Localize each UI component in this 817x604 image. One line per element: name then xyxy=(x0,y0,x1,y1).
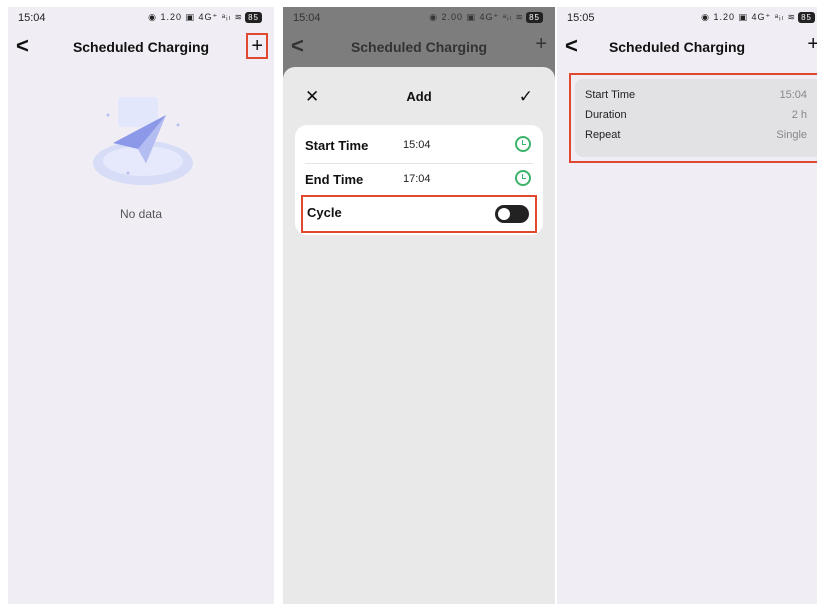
page-title: Scheduled Charging xyxy=(608,39,746,55)
nav-bar: < Scheduled Charging + xyxy=(8,33,274,61)
signal-icons: ◉ 1.20 ▣ 4G⁺ ᵃᵢₗ ≋ xyxy=(701,12,797,22)
screen-add-schedule: 15:04 ◉ 2.00 ▣ 4G⁺ ᵃᵢₗ ≋ 85 < Scheduled C… xyxy=(283,7,555,604)
sheet-header: ✕ Add ✓ xyxy=(283,87,555,111)
repeat-row: Repeat Single xyxy=(585,129,807,147)
add-button[interactable]: + xyxy=(807,33,817,55)
repeat-key: Repeat xyxy=(585,129,621,141)
empty-state-paper-plane-icon xyxy=(93,97,193,185)
page-title: Scheduled Charging xyxy=(350,39,488,55)
cycle-row: Cycle xyxy=(301,195,537,233)
clock-icon[interactable] xyxy=(515,136,531,152)
status-bar: 15:05 ◉ 1.20 ▣ 4G⁺ ᵃᵢₗ ≋ 85 xyxy=(557,7,817,29)
status-time: 15:04 xyxy=(18,12,46,24)
clock-icon[interactable] xyxy=(515,170,531,186)
start-time-value: 15:04 xyxy=(403,139,431,151)
schedule-form-card: Start Time 15:04 End Time 17:04 Cycle xyxy=(295,125,543,235)
status-icons: ◉ 1.20 ▣ 4G⁺ ᵃᵢₗ ≋ 85 xyxy=(701,12,815,23)
add-button[interactable]: + xyxy=(246,33,268,59)
status-icons: ◉ 2.00 ▣ 4G⁺ ᵃᵢₗ ≋ 85 xyxy=(429,12,543,23)
end-time-value: 17:04 xyxy=(403,173,431,185)
cycle-toggle[interactable] xyxy=(495,205,529,223)
nav-bar: < Scheduled Charging + xyxy=(557,33,817,61)
duration-key: Duration xyxy=(585,109,627,121)
screen-empty-list: 15:04 ◉ 1.20 ▣ 4G⁺ ᵃᵢₗ ≋ 85 < Scheduled C… xyxy=(8,7,274,604)
repeat-value: Single xyxy=(776,129,807,141)
schedule-item[interactable]: Start Time 15:04 Duration 2 h Repeat Sin… xyxy=(575,79,817,157)
duration-row: Duration 2 h xyxy=(585,109,807,127)
status-bar: 15:04 ◉ 2.00 ▣ 4G⁺ ᵃᵢₗ ≋ 85 xyxy=(283,7,555,29)
add-sheet: ✕ Add ✓ Start Time 15:04 End Time 17:04 … xyxy=(283,67,555,604)
nav-bar: < Scheduled Charging + xyxy=(283,33,555,61)
status-icons: ◉ 1.20 ▣ 4G⁺ ᵃᵢₗ ≋ 85 xyxy=(148,12,262,23)
screen-schedule-list: 15:05 ◉ 1.20 ▣ 4G⁺ ᵃᵢₗ ≋ 85 < Scheduled C… xyxy=(557,7,817,604)
start-time-value: 15:04 xyxy=(779,89,807,101)
battery-icon: 85 xyxy=(798,12,815,23)
page-title: Scheduled Charging xyxy=(72,39,210,55)
battery-icon: 85 xyxy=(245,12,262,23)
start-time-row[interactable]: Start Time 15:04 xyxy=(305,129,533,163)
start-time-row: Start Time 15:04 xyxy=(585,89,807,107)
empty-message: No data xyxy=(119,207,163,221)
start-time-key: Start Time xyxy=(585,89,636,101)
schedule-item-highlight: Start Time 15:04 Duration 2 h Repeat Sin… xyxy=(569,73,817,163)
confirm-icon[interactable]: ✓ xyxy=(519,87,533,107)
sheet-title: Add xyxy=(406,89,432,104)
end-time-row[interactable]: End Time 17:04 xyxy=(305,163,533,197)
cycle-label: Cycle xyxy=(307,205,342,220)
battery-icon: 85 xyxy=(526,12,543,23)
signal-icons: ◉ 2.00 ▣ 4G⁺ ᵃᵢₗ ≋ xyxy=(429,12,525,22)
status-time: 15:04 xyxy=(293,12,321,24)
add-button[interactable]: + xyxy=(535,33,547,55)
signal-icons: ◉ 1.20 ▣ 4G⁺ ᵃᵢₗ ≋ xyxy=(148,12,244,22)
status-time: 15:05 xyxy=(567,12,595,24)
start-time-label: Start Time xyxy=(305,138,369,153)
status-bar: 15:04 ◉ 1.20 ▣ 4G⁺ ᵃᵢₗ ≋ 85 xyxy=(8,7,274,29)
end-time-label: End Time xyxy=(305,172,364,187)
duration-value: 2 h xyxy=(791,109,807,121)
